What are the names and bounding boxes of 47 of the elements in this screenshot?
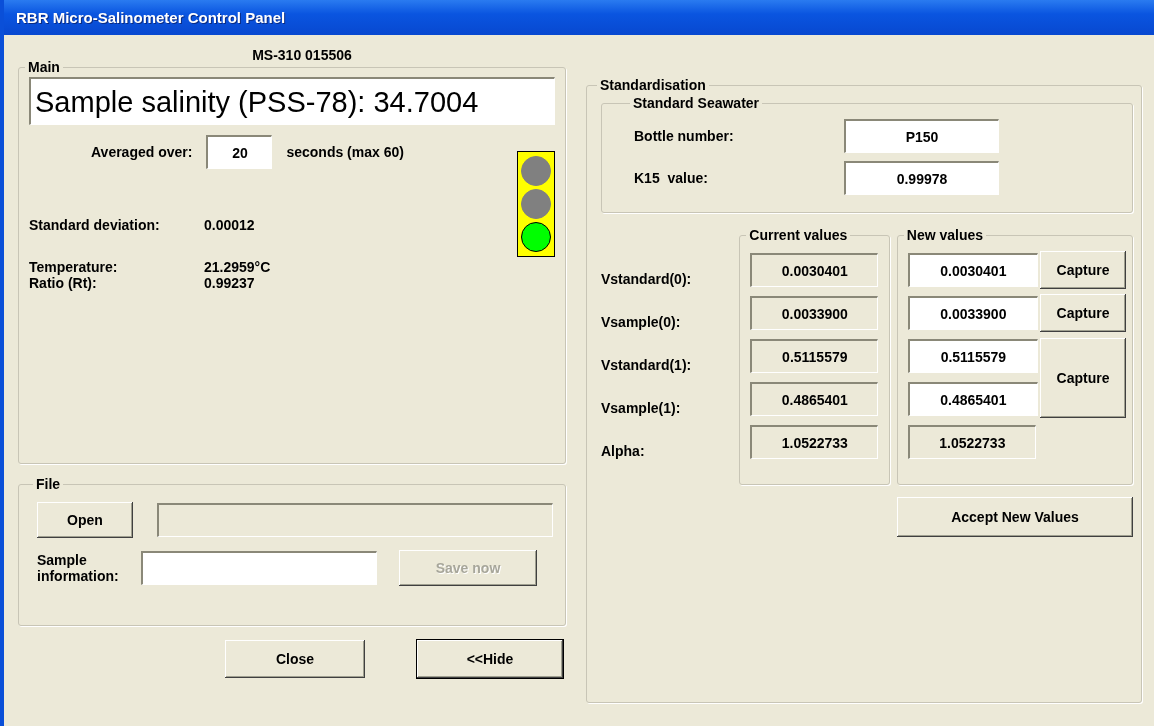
device-id: MS-310 015506 (251, 47, 352, 63)
reading-value: 21.2959°C (204, 259, 271, 275)
hide-button[interactable]: <<Hide (417, 640, 563, 678)
current-value-field: 0.0030401 (750, 253, 879, 287)
seawater-field[interactable]: P150 (844, 119, 999, 153)
sample-information-field[interactable] (141, 551, 377, 585)
traffic-light-icon (517, 151, 555, 257)
current-value-field: 1.0522733 (750, 425, 879, 459)
averaging-label: Averaged over: (91, 144, 193, 160)
value-label: Vsample(0): (601, 314, 682, 330)
value-label: Vstandard(1): (601, 357, 693, 373)
new-value-field: 1.0522733 (907, 425, 1036, 459)
window-title: RBR Micro-Salinometer Control Panel (16, 9, 286, 26)
panel-title: Standardisation (599, 77, 707, 93)
reading-label: Ratio (Rt): (29, 275, 98, 291)
value-label: Vsample(1): (601, 400, 682, 416)
averaging-field[interactable]: 20 (206, 135, 273, 169)
panel-title: Main (27, 59, 61, 75)
panel-title: New values (905, 227, 985, 243)
new-value-field[interactable]: 0.0033900 (907, 296, 1038, 330)
sample-information-label: Sample information: (37, 552, 120, 584)
panel-title: Current values (748, 227, 849, 243)
current-value-field: 0.5115579 (750, 339, 879, 373)
capture-button[interactable]: Capture (1040, 251, 1126, 289)
reading-value: 0.00012 (204, 217, 255, 233)
accept-button[interactable]: Accept New Values (897, 497, 1133, 537)
close-button[interactable]: Close (225, 640, 365, 678)
reading-value: 0.99237 (204, 275, 255, 291)
panel-title: Standard Seawater (632, 95, 761, 111)
new-value-field[interactable]: 0.5115579 (907, 339, 1038, 373)
seawater-label: K15 value: (634, 170, 709, 186)
new-value-field[interactable]: 0.4865401 (907, 382, 1038, 416)
open-button[interactable]: Open (37, 502, 133, 538)
current-value-field: 0.4865401 (750, 382, 879, 416)
current-value-field: 0.0033900 (750, 296, 879, 330)
value-label: Alpha: (601, 443, 646, 459)
capture-button[interactable]: Capture (1040, 337, 1126, 418)
seawater-label: Bottle number: (634, 128, 735, 144)
capture-button[interactable]: Capture (1040, 294, 1126, 332)
panel-title: File (35, 476, 62, 492)
value-label: Vstandard(0): (601, 271, 693, 287)
seawater-field[interactable]: 0.99978 (844, 161, 999, 195)
reading-label: Temperature: (29, 259, 119, 275)
new-value-field[interactable]: 0.0030401 (907, 253, 1038, 287)
averaging-unit: seconds (max 60) (286, 144, 404, 160)
salinity-display: Sample salinity (PSS-78): 34.7004 (29, 77, 555, 125)
reading-label: Standard deviation: (29, 217, 161, 233)
